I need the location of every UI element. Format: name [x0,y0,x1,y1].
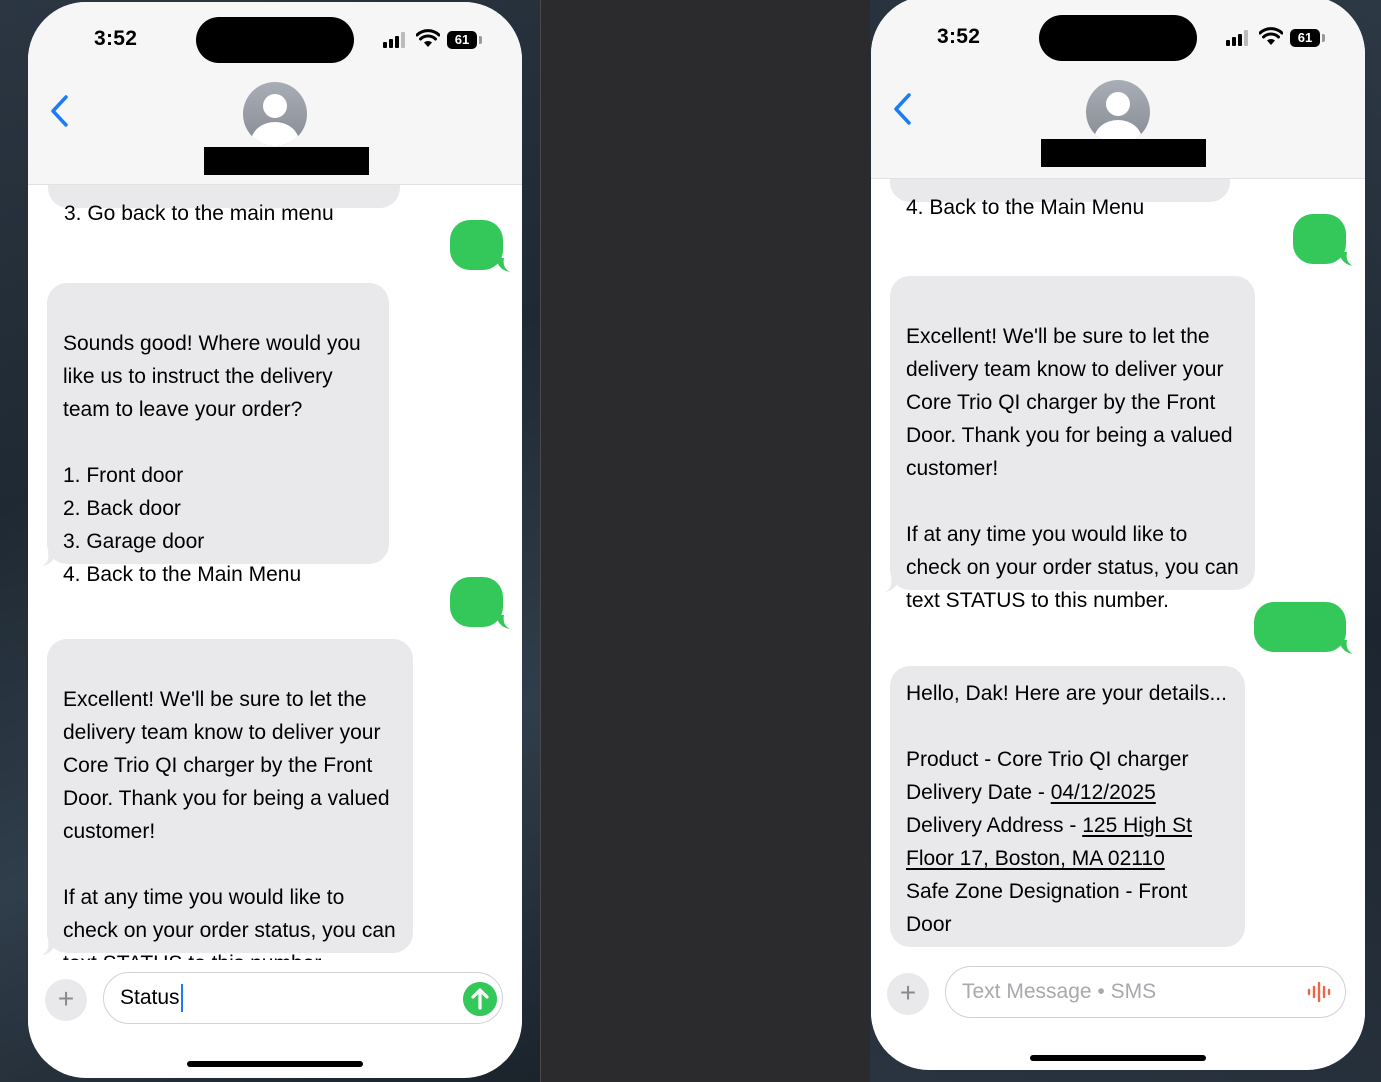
message-text: 1 [1313,277,1326,300]
desktop-divider-panel [540,0,871,1082]
avatar-body-icon [251,122,299,146]
address-link-line2[interactable]: Floor 17, Boston, MA 02110 [906,847,1165,870]
back-chevron-icon[interactable] [891,92,915,126]
avatar-head-icon [1106,92,1130,116]
text-cursor [180,984,183,1013]
details-safe-zone: Safe Zone Designation - Front Door [906,880,1188,936]
cellular-signal-icon [1226,30,1250,46]
right-phone-messages-screen: 4. Back to the Main Menu 1 Excellent! We… [871,0,1365,1070]
battery-icon: 61 [1290,29,1320,47]
audio-waveform-icon[interactable] [1306,979,1332,1005]
battery-icon: 61 [447,31,477,49]
message-text: 4. Back to the Main Menu [906,196,1145,219]
dynamic-island [1039,15,1197,61]
message-input[interactable]: Status [103,972,503,1024]
message-text: 3. Go back to the main menu [64,202,334,225]
message-text: Sounds good! Where would you like us to … [63,332,361,586]
bubble-tail [496,615,510,629]
message-text: 2 [470,283,483,306]
wifi-icon [416,29,440,47]
received-message-bubble[interactable]: Excellent! We'll be sure to let the deli… [47,639,413,975]
message-input-text: Status [120,986,180,1009]
message-text: Excellent! We'll be sure to let the deli… [906,325,1239,612]
delivery-date-link[interactable]: 04/12/2025 [1051,781,1156,804]
dynamic-island [196,17,354,63]
bubble-tail [42,552,56,566]
battery-nub-icon [1322,34,1325,42]
conversation-header: 3:52 61 [28,2,522,185]
avatar-head-icon [263,94,287,118]
conversation-header: 3:52 61 [871,0,1365,179]
bubble-tail [496,258,510,272]
add-attachment-plus-icon[interactable]: + [45,979,87,1021]
bubble-tail [1339,252,1353,266]
details-greeting: Hello, Dak! Here are your details... [906,682,1227,705]
wifi-icon [1259,27,1283,45]
status-bar: 3:52 61 [871,0,1365,66]
contact-avatar[interactable] [1086,80,1150,144]
home-indicator [1030,1055,1206,1061]
delivery-date-label: Delivery Date - [906,781,1051,804]
send-arrow-button[interactable] [463,982,497,1016]
message-composer: + Text Message • SMS [871,954,1365,1054]
battery-nub-icon [479,36,482,44]
redacted-contact-name [204,147,369,175]
status-bar: 3:52 61 [28,2,522,72]
details-address: Delivery Address - 125 High St [906,809,1229,842]
add-attachment-plus-icon[interactable]: + [887,973,929,1015]
sent-message-bubble[interactable]: Status [1254,602,1346,688]
bubble-tail [42,941,56,955]
redacted-contact-name [1041,139,1206,167]
left-phone-messages-screen: 3. Go back to the main menu 2 Sounds goo… [28,2,522,1078]
message-text: 1 [470,640,483,663]
home-indicator [187,1061,363,1067]
order-details-bubble[interactable]: Hello, Dak! Here are your details... Pro… [890,666,1245,947]
address-label: Delivery Address - [906,814,1083,837]
back-chevron-icon[interactable] [48,94,72,128]
bubble-tail [885,578,899,592]
cellular-signal-icon [383,32,407,48]
status-time: 3:52 [94,27,138,50]
message-input[interactable]: Text Message • SMS [945,966,1346,1018]
message-input-placeholder: Text Message • SMS [962,980,1157,1003]
status-time: 3:52 [937,25,981,48]
received-message-bubble[interactable]: Excellent! We'll be sure to let the deli… [890,276,1255,612]
message-composer: + Status [28,960,522,1060]
contact-avatar[interactable] [243,82,307,146]
address-link-line1[interactable]: 125 High St [1082,814,1192,837]
message-text: Excellent! We'll be sure to let the deli… [63,688,396,975]
received-message-bubble[interactable]: Sounds good! Where would you like us to … [47,283,389,586]
details-product: Product - Core Trio QI charger [906,748,1189,771]
bubble-tail [1339,640,1353,654]
message-text: Status [1270,665,1330,688]
details-delivery-date: Delivery Date - 04/12/2025 [906,776,1229,809]
